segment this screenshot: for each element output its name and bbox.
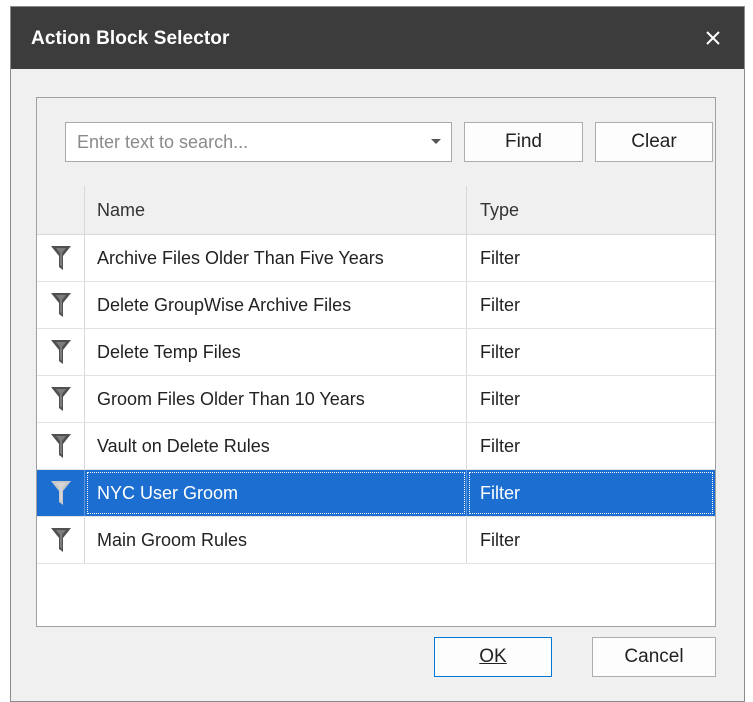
filter-icon <box>37 376 85 422</box>
row-type[interactable]: Filter <box>467 235 715 281</box>
row-name[interactable]: Main Groom Rules <box>85 517 467 563</box>
ok-text: OK <box>479 646 507 667</box>
row-type[interactable]: Filter <box>467 376 715 422</box>
filter-icon <box>37 423 85 469</box>
close-button[interactable] <box>682 7 744 69</box>
table-row[interactable]: Archive Files Older Than Five Years Filte… <box>37 235 715 282</box>
table-row[interactable]: NYC User Groom Filter <box>37 470 715 517</box>
search-combobox[interactable] <box>65 122 452 162</box>
row-name[interactable]: NYC User Groom <box>85 470 467 516</box>
dialog-title: Action Block Selector <box>31 28 230 49</box>
row-type[interactable]: Filter <box>467 423 715 469</box>
filter-icon <box>37 282 85 328</box>
filter-icon <box>37 235 85 281</box>
close-icon <box>706 31 720 45</box>
cancel-button[interactable]: Cancel <box>592 637 716 677</box>
ok-button-label: OK <box>479 646 506 668</box>
table-row[interactable]: Vault on Delete Rules Filter <box>37 423 715 470</box>
cancel-button-label: Cancel <box>624 646 684 667</box>
icon-column-header[interactable] <box>37 186 85 234</box>
title-bar: Action Block Selector <box>11 7 744 69</box>
row-type[interactable]: Filter <box>467 329 715 375</box>
table-row[interactable]: Groom Files Older Than 10 Years Filter <box>37 376 715 423</box>
find-button[interactable]: Find <box>464 122 583 162</box>
row-name[interactable]: Archive Files Older Than Five Years <box>85 235 467 281</box>
table-row[interactable]: Delete Temp Files Filter <box>37 329 715 376</box>
row-name[interactable]: Delete Temp Files <box>85 329 467 375</box>
filter-icon <box>37 329 85 375</box>
row-name[interactable]: Groom Files Older Than 10 Years <box>85 376 467 422</box>
clear-button[interactable]: Clear <box>595 122 713 162</box>
row-name[interactable]: Delete GroupWise Archive Files <box>85 282 467 328</box>
grid-header: Name Type <box>37 186 715 235</box>
row-type[interactable]: Filter <box>467 470 715 516</box>
row-type[interactable]: Filter <box>467 282 715 328</box>
filter-icon <box>37 470 85 516</box>
table-row[interactable]: Main Groom Rules Filter <box>37 517 715 564</box>
type-column-header[interactable]: Type <box>467 186 715 234</box>
action-block-selector-dialog: Action Block Selector Find Clear Name Ty… <box>10 6 745 702</box>
search-bar: Find Clear <box>37 98 715 186</box>
table-row[interactable]: Delete GroupWise Archive Files Filter <box>37 282 715 329</box>
row-name[interactable]: Vault on Delete Rules <box>85 423 467 469</box>
chevron-down-icon[interactable] <box>431 139 441 144</box>
action-block-panel: Find Clear Name Type Archive Files Older… <box>36 97 716 627</box>
filter-icon <box>37 517 85 563</box>
row-type[interactable]: Filter <box>467 517 715 563</box>
name-column-header[interactable]: Name <box>85 186 467 234</box>
search-input[interactable] <box>66 123 406 161</box>
ok-button[interactable]: OK <box>434 637 552 677</box>
action-block-grid: Name Type Archive Files Older Than Five … <box>37 186 715 564</box>
